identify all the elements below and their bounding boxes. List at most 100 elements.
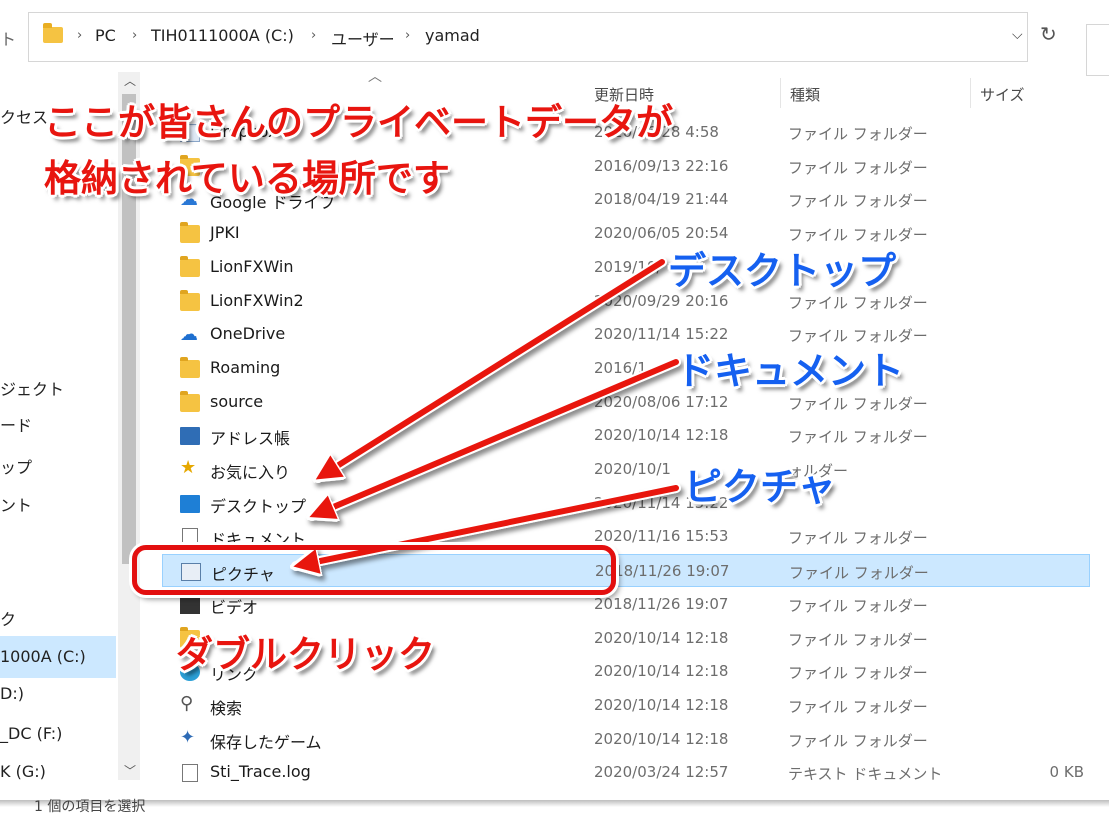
file-name: お気に入り: [210, 463, 291, 482]
folder-icon: [180, 357, 200, 378]
column-header-type[interactable]: 種類: [790, 84, 820, 105]
file-row[interactable]: アドレス帳 2020/10/14 12:18 ファイル フォルダー: [162, 419, 1090, 452]
game-icon: ✦: [180, 727, 196, 748]
nav-item-network[interactable]: ク: [0, 606, 16, 630]
nav-item-desktop[interactable]: ップ: [0, 454, 32, 478]
column-header-size[interactable]: サイズ: [980, 84, 1025, 105]
breadcrumb-user[interactable]: yamad: [425, 26, 480, 45]
file-row[interactable]: 2020/10/14 12:18 ファイル フォルダー: [162, 622, 1090, 655]
nav-item-drive-c[interactable]: 1000A (C:): [0, 647, 86, 666]
file-date: 2020/10/14 12:18: [594, 662, 729, 680]
file-name: 検索: [210, 699, 243, 718]
breadcrumb-drive[interactable]: TIH0111000A (C:): [151, 26, 294, 45]
back-fragment: ト: [0, 30, 17, 49]
nav-item-documents[interactable]: ント: [0, 492, 32, 516]
folder-icon: [180, 391, 200, 412]
refresh-icon[interactable]: ↻: [1040, 22, 1057, 46]
file-row[interactable]: ⚲ 検索 2020/10/14 12:18 ファイル フォルダー: [162, 689, 1090, 722]
chevron-right-icon[interactable]: ›: [405, 28, 410, 43]
folder-icon: [180, 155, 200, 176]
file-date: 2020/09/29 20:16: [594, 292, 729, 310]
file-name: ドキュメント: [210, 530, 307, 549]
file-date: 2018/11/26 19:07: [595, 562, 730, 580]
file-date: 2020/11/14 15:22: [594, 494, 729, 512]
explorer-window: ト › PC › TIH0111000A (C:) › ユーザー › yamad…: [0, 0, 1109, 815]
file-name: OneDrive: [210, 324, 286, 343]
nav-item-drive-d[interactable]: D:): [0, 684, 24, 703]
file-row[interactable]: ★ お気に入り 2020/10/1 ォルダー: [162, 453, 1090, 486]
chevron-right-icon[interactable]: ›: [132, 28, 137, 43]
file-row[interactable]: JPKI 2020/06/05 20:54 ファイル フォルダー: [162, 217, 1090, 250]
file-date: 2020/08/06 17:12: [594, 393, 729, 411]
folder-icon: [180, 290, 200, 311]
file-type: ファイル フォルダー: [788, 192, 928, 210]
file-type: ォルダー: [788, 462, 849, 480]
file-row[interactable]: Dropbox 2020/06/28 4:58 ファイル フォルダー: [162, 116, 1090, 149]
file-row[interactable]: デスクトップ 2020/11/14 15:22: [162, 487, 1090, 520]
file-name: JPKI: [210, 223, 240, 242]
file-row[interactable]: ✦ 保存したゲーム 2020/10/14 12:18 ファイル フォルダー: [162, 723, 1090, 756]
nav-scrollbar[interactable]: [118, 72, 140, 780]
file-type: ファイル フォルダー: [788, 327, 928, 345]
file-type: ファイル フォルダー: [788, 226, 928, 244]
column-divider[interactable]: [970, 78, 971, 108]
address-bar[interactable]: › PC › TIH0111000A (C:) › ユーザー › yamad: [28, 12, 1028, 62]
file-name: Roaming: [210, 358, 281, 377]
scroll-down-icon[interactable]: ﹀: [124, 762, 136, 779]
nav-item-drive-f[interactable]: _DC (F:): [0, 724, 62, 743]
cloud-icon: ☁: [180, 189, 198, 210]
file-name: LionFXWin2: [210, 291, 304, 310]
folder-icon: [43, 23, 63, 43]
file-date: 2020/10/1: [594, 460, 671, 478]
document-icon: [182, 528, 198, 546]
file-type: ファイル フォルダー: [788, 664, 928, 682]
file-type: テキスト ドキュメント: [788, 765, 943, 783]
text-file-icon: [182, 764, 198, 782]
onedrive-icon: ☁: [180, 324, 198, 345]
file-type: ファイル フォルダー: [788, 631, 928, 649]
chevron-down-icon[interactable]: ⌵: [1012, 27, 1023, 43]
file-row[interactable]: ☁ OneDrive 2020/11/14 15:22 ファイル フォルダー: [162, 318, 1090, 351]
video-icon: [180, 596, 200, 614]
file-row[interactable]: ピクチャ 2018/11/26 19:07 ファイル フォルダー: [162, 554, 1090, 587]
breadcrumb-pc[interactable]: PC: [95, 26, 116, 45]
nav-item-drive-g[interactable]: K (G:): [0, 762, 46, 781]
file-type: ファイル フォルダー: [788, 732, 928, 750]
file-name: Dropbox: [210, 122, 278, 141]
file-row[interactable]: 2016/09/13 22:16 ファイル フォルダー: [162, 150, 1090, 183]
file-row[interactable]: Sti_Trace.log 2020/03/24 12:57 テキスト ドキュメント…: [162, 756, 1090, 789]
file-name: LionFXWin: [210, 257, 294, 276]
column-header-date[interactable]: 更新日時: [594, 84, 654, 105]
file-row[interactable]: LionFXWin 2019/10/: [162, 251, 1090, 284]
file-row[interactable]: ビデオ 2018/11/26 19:07 ファイル フォルダー: [162, 588, 1090, 621]
breadcrumb-users[interactable]: ユーザー: [331, 26, 395, 50]
nav-item-3d-objects[interactable]: ジェクト: [0, 376, 64, 400]
file-date: 2020/06/28 4:58: [594, 123, 719, 141]
file-row[interactable]: LionFXWin2 2020/09/29 20:16 ファイル フォルダー: [162, 285, 1090, 318]
file-row[interactable]: ドキュメント 2020/11/16 15:53 ファイル フォルダー: [162, 520, 1090, 553]
file-date: 2020/06/05 20:54: [594, 224, 729, 242]
nav-item-quick-access[interactable]: クセス: [0, 104, 48, 128]
folder-icon: [180, 256, 200, 277]
chevron-right-icon[interactable]: ›: [77, 28, 82, 43]
file-name: ピクチャ: [211, 565, 275, 584]
file-date: 2016/09/13 22:16: [594, 157, 729, 175]
search-input[interactable]: [1086, 24, 1109, 76]
folder-icon: [180, 222, 200, 243]
file-date: 2020/03/24 12:57: [594, 763, 729, 781]
nav-item-downloads[interactable]: ード: [0, 412, 32, 436]
scroll-up-icon[interactable]: ︿: [124, 72, 136, 89]
file-name: デスクトップ: [210, 497, 307, 516]
file-type: ファイル フォルダー: [788, 428, 928, 446]
chevron-right-icon[interactable]: ›: [311, 28, 316, 43]
file-row[interactable]: ☁ Google ドライブ 2018/04/19 21:44 ファイル フォルダー: [162, 183, 1090, 216]
sort-up-icon: ︿: [368, 69, 382, 85]
column-divider[interactable]: [780, 78, 781, 108]
file-row[interactable]: source 2020/08/06 17:12 ファイル フォルダー: [162, 386, 1090, 419]
file-date: 2018/11/26 19:07: [594, 595, 729, 613]
file-row[interactable]: リンク 2020/10/14 12:18 ファイル フォルダー: [162, 655, 1090, 688]
file-row[interactable]: Roaming 2016/1: [162, 352, 1090, 385]
file-date: 2020/10/14 12:18: [594, 629, 729, 647]
file-type: ファイル フォルダー: [788, 597, 928, 615]
nav-scrollbar-thumb[interactable]: [122, 94, 136, 564]
